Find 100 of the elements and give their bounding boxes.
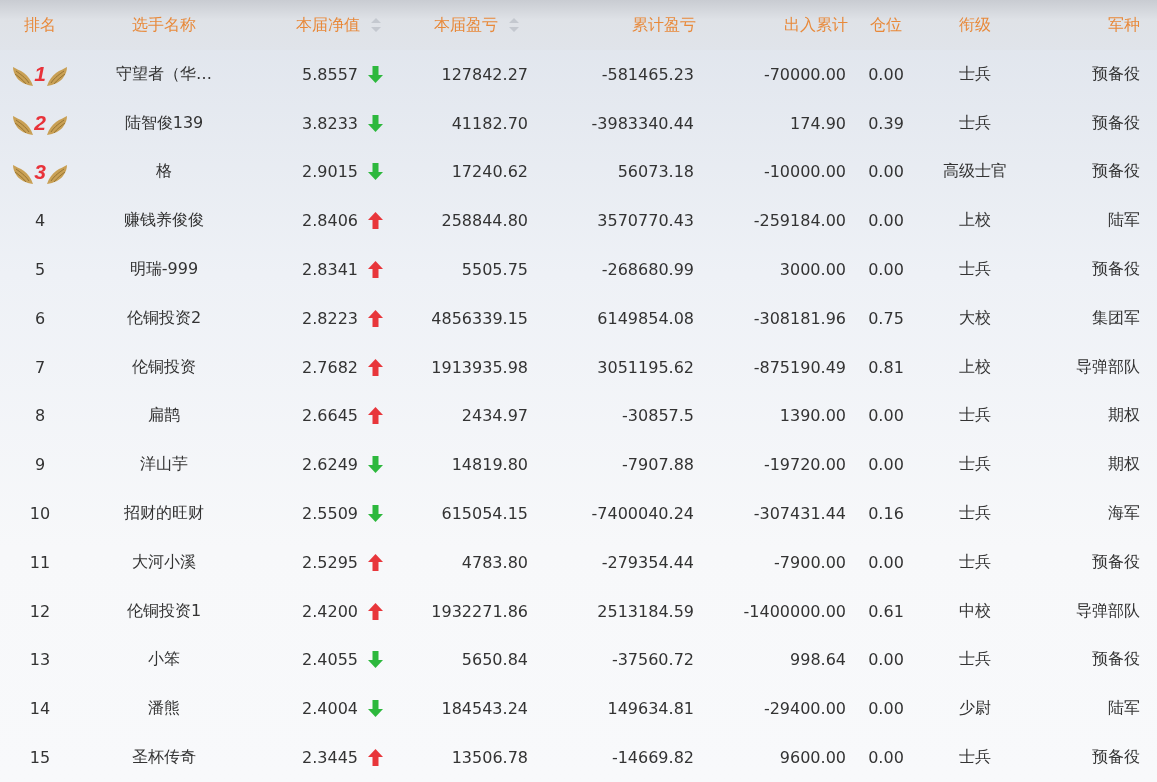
net-value: 2.9015 bbox=[302, 162, 358, 182]
rank-number: 7 bbox=[34, 357, 46, 377]
player-name: 格 bbox=[156, 161, 172, 183]
profit-value: 1932271.86 bbox=[431, 601, 528, 621]
sort-icon[interactable] bbox=[509, 18, 519, 32]
position-value: 0.00 bbox=[868, 455, 904, 475]
player-name: 大河小溪 bbox=[132, 551, 196, 573]
grade-value: 大校 bbox=[959, 307, 991, 329]
column-header: 选手名称 bbox=[132, 14, 196, 36]
corps-value: 期权 bbox=[1108, 405, 1140, 427]
cumulative-value: -7907.88 bbox=[622, 455, 694, 475]
cumulative-value: -3983340.44 bbox=[591, 113, 694, 133]
inout-value: 998.64 bbox=[790, 650, 846, 670]
grade-value: 士兵 bbox=[959, 112, 991, 134]
cumulative-value: 6149854.08 bbox=[597, 308, 694, 328]
position-value: 0.16 bbox=[868, 504, 904, 524]
player-name: 伦铜投资1 bbox=[126, 600, 202, 622]
profit-value: 13506.78 bbox=[451, 748, 528, 768]
rank-number: 14 bbox=[29, 699, 51, 719]
position-value: 0.00 bbox=[868, 162, 904, 182]
corps-value: 预备役 bbox=[1092, 747, 1140, 769]
cumulative-value: -268680.99 bbox=[601, 260, 694, 280]
profit-value: 41182.70 bbox=[451, 113, 528, 133]
net-value: 2.4004 bbox=[302, 699, 358, 719]
net-value: 2.6249 bbox=[302, 455, 358, 475]
rank-number: 2 bbox=[34, 111, 46, 136]
net-value: 2.8341 bbox=[302, 260, 358, 280]
player-name: 扁鹊 bbox=[148, 405, 180, 427]
corps-value: 陆军 bbox=[1108, 210, 1140, 232]
cumulative-value: 149634.81 bbox=[607, 699, 694, 719]
sort-icon[interactable] bbox=[371, 18, 381, 32]
rank-number: 13 bbox=[29, 650, 51, 670]
grade-value: 士兵 bbox=[959, 551, 991, 573]
profit-value: 17240.62 bbox=[451, 162, 528, 182]
cumulative-value: -37560.72 bbox=[611, 650, 694, 670]
rank-number: 5 bbox=[34, 260, 46, 280]
profit-value: 184543.24 bbox=[441, 699, 528, 719]
net-value: 2.6645 bbox=[302, 406, 358, 426]
corps-value: 期权 bbox=[1108, 454, 1140, 476]
position-value: 0.75 bbox=[868, 308, 904, 328]
grade-value: 上校 bbox=[959, 356, 991, 378]
cumulative-value: 3051195.62 bbox=[597, 357, 694, 377]
cumulative-value: -14669.82 bbox=[611, 748, 694, 768]
inout-value: 174.90 bbox=[790, 113, 846, 133]
grade-value: 中校 bbox=[959, 600, 991, 622]
cumulative-value: 3570770.43 bbox=[597, 211, 694, 231]
column-header: 累计盈亏 bbox=[632, 14, 696, 36]
rank-number: 6 bbox=[34, 308, 46, 328]
net-value: 2.8223 bbox=[302, 308, 358, 328]
net-value: 2.5295 bbox=[302, 552, 358, 572]
corps-value: 预备役 bbox=[1092, 63, 1140, 85]
position-value: 0.61 bbox=[868, 601, 904, 621]
net-value: 5.8557 bbox=[302, 64, 358, 84]
position-value: 0.00 bbox=[868, 748, 904, 768]
cumulative-value: -581465.23 bbox=[601, 64, 694, 84]
cumulative-value: -30857.5 bbox=[622, 406, 694, 426]
corps-value: 海军 bbox=[1108, 503, 1140, 525]
net-value: 2.3445 bbox=[302, 748, 358, 768]
rank-number: 3 bbox=[34, 160, 46, 184]
position-value: 0.39 bbox=[868, 113, 904, 133]
corps-value: 陆军 bbox=[1108, 698, 1140, 720]
column-header: 衔级 bbox=[959, 14, 991, 36]
position-value: 0.81 bbox=[868, 357, 904, 377]
grade-value: 士兵 bbox=[959, 454, 991, 476]
inout-value: -29400.00 bbox=[763, 699, 846, 719]
profit-value: 1913935.98 bbox=[431, 357, 528, 377]
column-header: 排名 bbox=[24, 14, 56, 36]
profit-value: 2434.97 bbox=[461, 406, 528, 426]
position-value: 0.00 bbox=[868, 64, 904, 84]
inout-value: -308181.96 bbox=[753, 308, 846, 328]
column-header: 仓位 bbox=[870, 14, 902, 36]
profit-value: 127842.27 bbox=[441, 64, 528, 84]
cumulative-value: 56073.18 bbox=[617, 162, 694, 182]
rank-number: 15 bbox=[29, 748, 51, 768]
net-value: 3.8233 bbox=[302, 113, 358, 133]
grade-value: 士兵 bbox=[959, 405, 991, 427]
corps-value: 集团军 bbox=[1092, 307, 1140, 329]
rank-number: 12 bbox=[29, 601, 51, 621]
inout-value: 1390.00 bbox=[779, 406, 846, 426]
rank-number: 4 bbox=[34, 211, 46, 231]
grade-value: 士兵 bbox=[959, 259, 991, 281]
inout-value: -1400000.00 bbox=[743, 601, 846, 621]
inout-value: -307431.44 bbox=[753, 504, 846, 524]
inout-value: -259184.00 bbox=[753, 211, 846, 231]
profit-value: 5505.75 bbox=[461, 260, 528, 280]
rank-number: 11 bbox=[29, 552, 51, 572]
inout-value: -10000.00 bbox=[763, 162, 846, 182]
position-value: 0.00 bbox=[868, 211, 904, 231]
player-name: 伦铜投资2 bbox=[126, 307, 202, 329]
position-value: 0.00 bbox=[868, 406, 904, 426]
column-header[interactable]: 本届盈亏 bbox=[434, 14, 498, 36]
cumulative-value: -279354.44 bbox=[601, 552, 694, 572]
player-name: 赚钱养俊俊 bbox=[124, 210, 204, 232]
position-value: 0.00 bbox=[868, 650, 904, 670]
column-header[interactable]: 本届净值 bbox=[296, 14, 360, 36]
grade-value: 高级士官 bbox=[943, 161, 1007, 183]
inout-value: 3000.00 bbox=[779, 260, 846, 280]
net-value: 2.8406 bbox=[302, 211, 358, 231]
player-name: 守望者（华… bbox=[116, 63, 212, 85]
grade-value: 士兵 bbox=[959, 747, 991, 769]
